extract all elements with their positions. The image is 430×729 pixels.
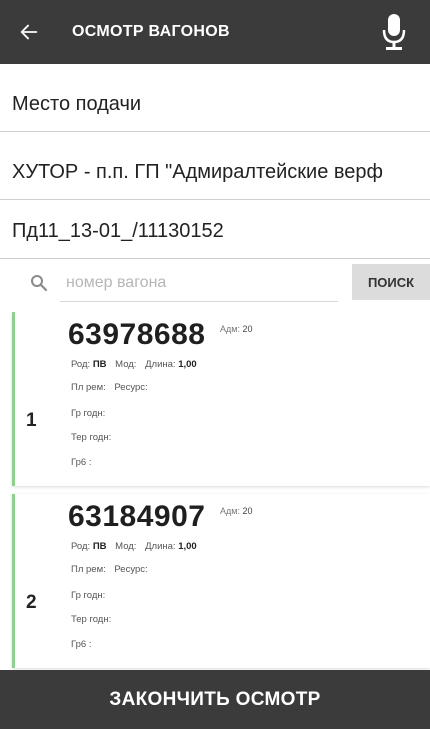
wagon-card[interactable]: 1 63978688 Адм: 20 Род: ПВ Мод: Длина: 1… — [12, 312, 430, 486]
finish-inspection-button[interactable]: ЗАКОНЧИТЬ ОСМОТР — [0, 670, 430, 729]
grb-label: Гр6 : — [71, 639, 92, 650]
wagon-type-line: Род: ПВ Мод: Длина: 1,00 — [71, 541, 197, 552]
gr-godn-label: Гр годн: — [71, 590, 106, 601]
rod-label: Род: — [71, 541, 91, 552]
wagon-list: 1 63978688 Адм: 20 Род: ПВ Мод: Длина: 1… — [0, 312, 430, 670]
adm-label: Адм: — [220, 506, 240, 516]
resource-label: Ресурс: — [114, 382, 148, 393]
wagon-card[interactable]: 2 63184907 Адм: 20 Род: ПВ Мод: Длина: 1… — [12, 494, 430, 668]
plrem-label: Пл рем: — [71, 564, 106, 575]
adm-value: 20 — [242, 324, 253, 334]
document-field[interactable]: Пд11_13-01_/11130152 — [0, 205, 430, 259]
back-button[interactable] — [18, 0, 48, 64]
adm-value: 20 — [242, 506, 253, 516]
wagon-number: 63978688 — [68, 318, 206, 351]
rod-value: ПВ — [92, 359, 107, 370]
length-label: Длина: — [145, 541, 176, 552]
wagon-number: 63184907 — [68, 500, 206, 533]
mod-label: Мод: — [115, 541, 137, 552]
search-button[interactable]: ПОИСК — [352, 264, 430, 300]
arrow-left-icon — [20, 24, 38, 40]
adm-info: Адм: 20 — [220, 506, 252, 516]
wagon-type-line: Род: ПВ Мод: Длина: 1,00 — [71, 359, 197, 370]
search-row: ПОИСК — [0, 256, 430, 308]
repair-line: Пл рем: Ресурс: — [71, 564, 148, 575]
adm-label: Адм: — [220, 324, 240, 334]
voice-input-button[interactable] — [374, 0, 414, 64]
wagon-search-input[interactable] — [60, 264, 338, 302]
ter-godn-label: Тер годн: — [71, 614, 112, 625]
rod-label: Род: — [71, 359, 91, 370]
grb-label: Гр6 : — [71, 457, 92, 468]
app-bar: ОСМОТР ВАГОНОВ — [0, 0, 430, 64]
rod-value: ПВ — [92, 541, 107, 552]
ter-godn-label: Тер годн: — [71, 432, 112, 443]
page-title: ОСМОТР ВАГОНОВ — [72, 23, 230, 40]
wagon-index: 2 — [26, 592, 37, 613]
search-icon — [31, 275, 48, 292]
microphone-icon — [382, 14, 406, 50]
place-field[interactable]: Место подачи — [0, 78, 430, 132]
length-value: 1,00 — [178, 541, 197, 552]
repair-line: Пл рем: Ресурс: — [71, 382, 148, 393]
wagon-index: 1 — [26, 410, 37, 431]
station-field[interactable]: ХУТОР - п.п. ГП "Адмиралтейские верф — [0, 146, 430, 200]
resource-label: Ресурс: — [114, 564, 148, 575]
length-label: Длина: — [145, 359, 176, 370]
gr-godn-label: Гр годн: — [71, 408, 106, 419]
length-value: 1,00 — [178, 359, 197, 370]
adm-info: Адм: 20 — [220, 324, 252, 334]
app-screen: ОСМОТР ВАГОНОВ Место подачи ХУТОР - п.п.… — [0, 0, 430, 729]
mod-label: Мод: — [115, 359, 137, 370]
plrem-label: Пл рем: — [71, 382, 106, 393]
